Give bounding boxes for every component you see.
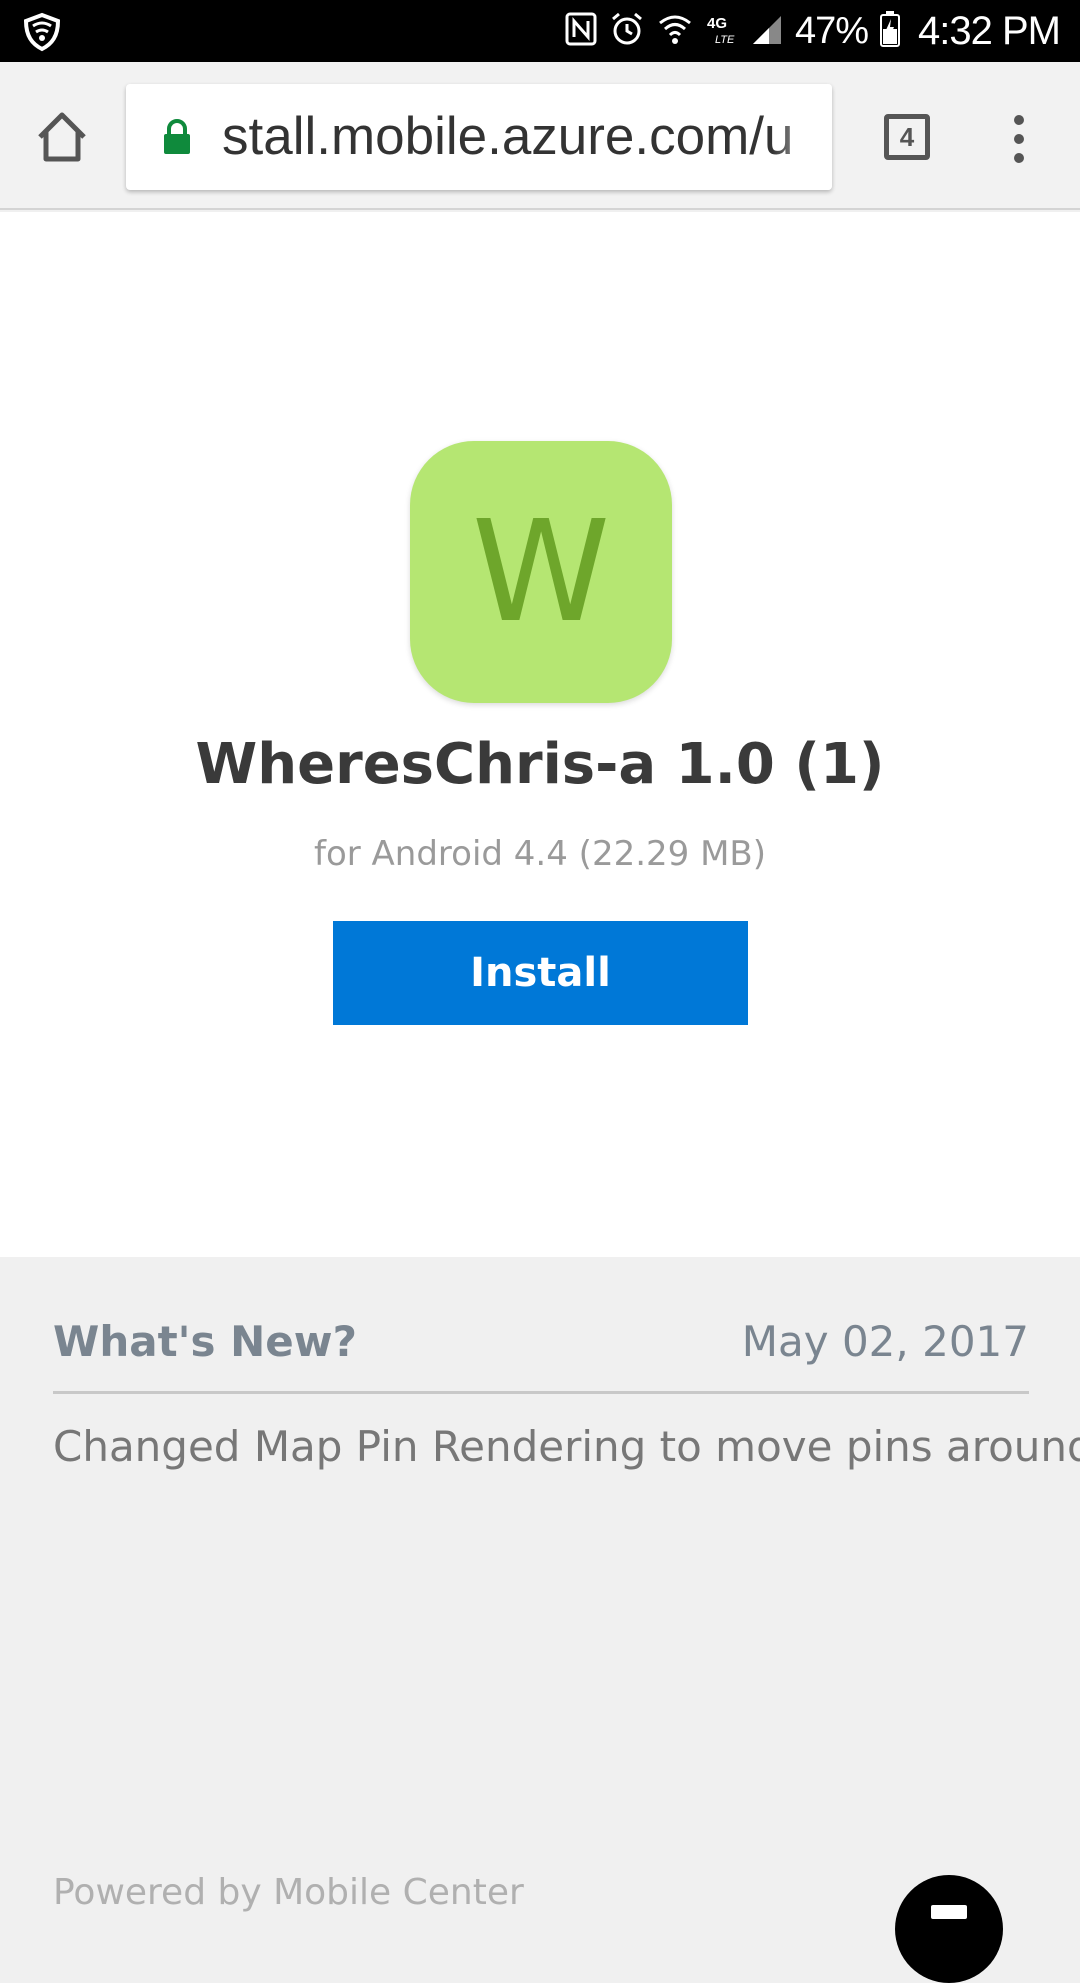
install-button[interactable]: Install: [333, 921, 748, 1025]
lock-icon: [162, 118, 192, 160]
app-subtitle: for Android 4.4 (22.29 MB): [313, 834, 767, 874]
app-hero: W WheresChris-a 1.0 (1) for Android 4.4 …: [0, 212, 1080, 1257]
4g-lte-icon: 4G LTE: [705, 12, 739, 51]
url-bar[interactable]: stall.mobile.azure.com/u: [126, 84, 832, 190]
whats-new-section: What's New? May 02, 2017 Changed Map Pin…: [53, 1257, 1080, 1471]
svg-text:LTE: LTE: [715, 34, 735, 46]
whats-new-title: What's New?: [53, 1317, 357, 1366]
wifi-icon: [657, 11, 693, 52]
release-date: May 02, 2017: [741, 1317, 1029, 1366]
release-notes: Changed Map Pin Rendering to move pins a…: [53, 1422, 1080, 1471]
signal-icon: [751, 12, 783, 51]
app-icon-letter: W: [471, 490, 611, 654]
url-text: stall.mobile.azure.com/u: [222, 107, 794, 166]
battery-percent: 47%: [794, 9, 869, 52]
alarm-icon: [609, 11, 645, 52]
app-title: WheresChris-a 1.0 (1): [195, 732, 885, 797]
nfc-icon: [565, 12, 597, 51]
status-bar: 4G LTE 47% 4:32 PM: [0, 0, 1080, 62]
clock: 4:32 PM: [918, 8, 1061, 53]
shield-icon: [22, 12, 62, 57]
footer-text: Powered by Mobile Center: [53, 1872, 524, 1913]
chat-icon[interactable]: [895, 1875, 1003, 1983]
browser-toolbar: stall.mobile.azure.com/u 4: [0, 62, 1080, 210]
svg-text:4G: 4G: [707, 15, 727, 32]
home-icon[interactable]: [32, 107, 92, 167]
tabs-icon[interactable]: 4: [884, 114, 930, 160]
app-icon: W: [410, 441, 672, 703]
tab-count: 4: [899, 121, 915, 152]
battery-icon: [880, 10, 901, 52]
more-vert-icon[interactable]: [1004, 114, 1034, 164]
whats-new-header: What's New? May 02, 2017: [53, 1257, 1029, 1394]
